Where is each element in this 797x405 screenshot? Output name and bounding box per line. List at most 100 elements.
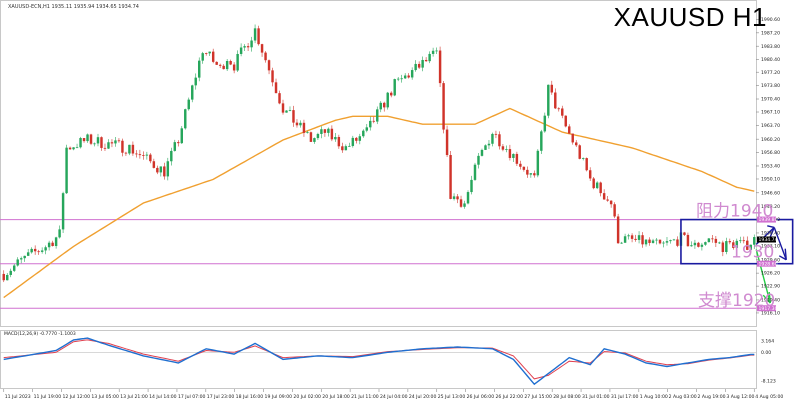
candle-body bbox=[487, 143, 491, 146]
candle-body bbox=[288, 110, 292, 111]
candle-body bbox=[365, 127, 369, 131]
candle-body bbox=[316, 133, 320, 139]
candle-body bbox=[260, 44, 264, 53]
candle-body bbox=[44, 247, 47, 251]
time-tick-label: 1 Aug 10:00 bbox=[640, 394, 668, 400]
candle-body bbox=[239, 47, 243, 54]
candle-body bbox=[68, 147, 72, 150]
price-tick-label: 1922.90 bbox=[761, 284, 780, 290]
candle-body bbox=[609, 200, 613, 205]
candle-body bbox=[257, 28, 260, 45]
candle-body bbox=[655, 239, 658, 241]
candle-body bbox=[355, 137, 358, 141]
candle-body bbox=[588, 170, 592, 179]
candle-body bbox=[379, 102, 382, 110]
candle-body bbox=[466, 192, 470, 204]
candle-body bbox=[494, 133, 498, 135]
time-tick-label: 11 Jul 19:00 bbox=[34, 394, 62, 400]
range-mid-label: 1930 bbox=[731, 242, 774, 262]
candle-body bbox=[428, 53, 431, 62]
candle-body bbox=[424, 59, 428, 62]
resistance-label: 阻力1940 bbox=[696, 202, 773, 222]
candle-body bbox=[93, 143, 96, 145]
candle-body bbox=[135, 153, 138, 155]
time-tick-label: 4 Aug 05:00 bbox=[755, 394, 783, 400]
candle-body bbox=[110, 142, 114, 144]
candle-body bbox=[264, 52, 267, 61]
candle-body bbox=[61, 193, 65, 230]
candle-body bbox=[686, 234, 690, 247]
time-tick-label: 25 Jul 13:00 bbox=[438, 394, 466, 400]
candle-body bbox=[389, 92, 393, 96]
candle-body bbox=[131, 144, 135, 154]
candle-body bbox=[644, 239, 648, 245]
time-tick-label: 19 Jul 09:00 bbox=[265, 394, 293, 400]
candle-body bbox=[82, 138, 86, 142]
candle-body bbox=[163, 166, 166, 177]
candle-body bbox=[187, 99, 190, 110]
candle-body bbox=[550, 84, 554, 93]
candle-body bbox=[634, 238, 637, 240]
chart-background bbox=[0, 0, 797, 405]
candle-body bbox=[323, 129, 327, 133]
time-tick-label: 24 Jul 20:00 bbox=[409, 394, 437, 400]
candle-body bbox=[704, 242, 707, 245]
candle-body bbox=[194, 77, 197, 86]
candle-body bbox=[204, 53, 208, 54]
time-tick-label: 13 Jul 21:00 bbox=[120, 394, 148, 400]
candle-body bbox=[86, 134, 89, 142]
time-tick-label: 24 Jul 04:00 bbox=[380, 394, 408, 400]
time-tick-label: 13 Jul 05:00 bbox=[91, 394, 119, 400]
candle-body bbox=[707, 238, 711, 243]
price-tick-label: 1953.40 bbox=[761, 164, 780, 170]
candle-body bbox=[683, 232, 686, 235]
candle-body bbox=[383, 102, 386, 108]
candle-body bbox=[711, 238, 714, 240]
candle-body bbox=[246, 46, 250, 48]
candle-body bbox=[512, 153, 515, 158]
candle-body bbox=[369, 120, 372, 128]
candle-body bbox=[637, 235, 641, 240]
time-tick-label: 2 Aug 03:00 bbox=[669, 394, 697, 400]
candle-body bbox=[107, 142, 110, 149]
candle-body bbox=[306, 132, 309, 134]
candle-body bbox=[564, 115, 567, 127]
candle-body bbox=[47, 242, 51, 248]
candle-body bbox=[620, 242, 623, 244]
candle-body bbox=[739, 240, 742, 242]
price-tick-label: 1946.60 bbox=[761, 190, 780, 196]
price-chart: 1990.601987.201983.801980.401977.201973.… bbox=[0, 0, 797, 405]
candle-body bbox=[79, 138, 82, 148]
candle-body bbox=[473, 164, 477, 180]
time-tick-label: 14 Jul 14:00 bbox=[149, 394, 177, 400]
candle-body bbox=[124, 152, 128, 154]
candle-body bbox=[690, 245, 693, 247]
candle-body bbox=[396, 78, 400, 80]
candle-body bbox=[372, 120, 375, 122]
candle-body bbox=[606, 199, 609, 201]
candle-body bbox=[299, 122, 302, 126]
candle-body bbox=[431, 50, 435, 54]
candle-body bbox=[410, 70, 414, 78]
candle-body bbox=[540, 131, 543, 151]
candle-body bbox=[54, 237, 58, 247]
candle-body bbox=[72, 147, 75, 150]
candle-body bbox=[627, 235, 630, 237]
time-tick-label: 20 Jul 18:00 bbox=[322, 394, 350, 400]
candle-body bbox=[435, 50, 438, 52]
time-tick-label: 17 Jul 07:00 bbox=[178, 394, 206, 400]
candle-body bbox=[449, 155, 452, 199]
candle-body bbox=[40, 250, 44, 252]
price-tick-label: 1950.10 bbox=[761, 177, 780, 183]
price-tick-label: 1980.40 bbox=[761, 57, 780, 63]
macd-tick-label: 3.164 bbox=[761, 339, 774, 345]
candle-body bbox=[519, 163, 522, 167]
candle-body bbox=[403, 75, 407, 79]
candle-body bbox=[33, 248, 37, 252]
candle-body bbox=[557, 108, 560, 110]
candle-body bbox=[267, 60, 271, 71]
candle-body bbox=[575, 142, 578, 146]
candle-body bbox=[581, 158, 585, 159]
price-tick-label: 1936.40 bbox=[761, 231, 780, 237]
candle-body bbox=[313, 138, 316, 142]
